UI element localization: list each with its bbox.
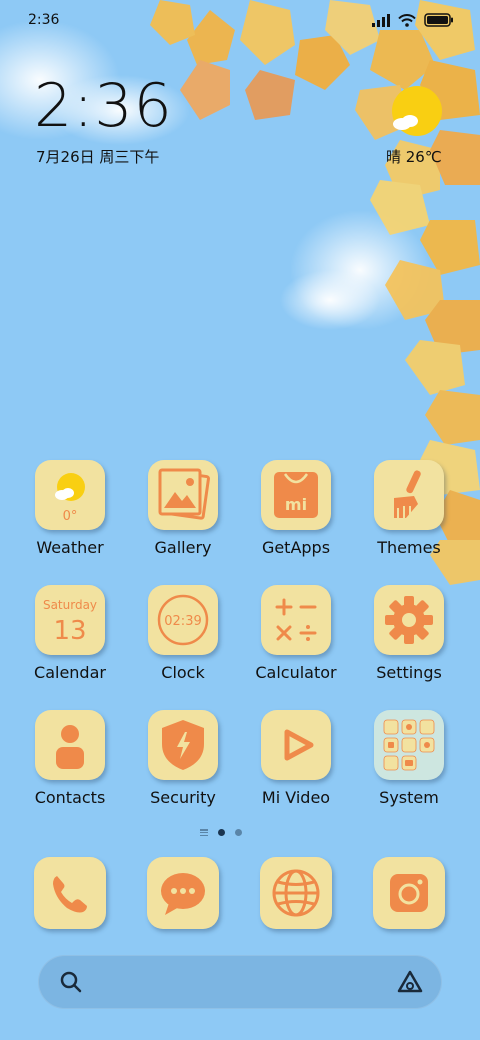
gallery-icon [148,460,218,530]
browser-icon [260,857,332,929]
status-icons [372,13,454,27]
calendar-icon: Saturday 13 [35,585,105,655]
app-calculator[interactable]: Calculator [241,585,351,695]
app-label: Weather [36,538,104,557]
system-folder-icon [374,710,444,780]
page-dot-active [218,829,225,836]
weather-widget-sun-icon[interactable] [388,84,444,140]
app-label: Clock [161,663,205,682]
dock-messages[interactable] [147,857,221,931]
status-bar: 2:36 [0,0,480,40]
app-label: Calendar [34,663,106,682]
search-icon[interactable] [58,969,84,995]
app-label: Calculator [255,663,337,682]
app-contacts[interactable]: Contacts [15,710,125,820]
weather-icon-temp: 0° [63,509,78,524]
weather-widget-text[interactable]: 晴 26℃ [386,146,442,167]
app-clock[interactable]: 02:39 Clock [128,585,238,695]
app-label: System [379,788,439,807]
phone-icon [34,857,106,929]
security-icon [148,710,218,780]
dock-phone[interactable] [34,857,108,931]
app-settings[interactable]: Settings [354,585,464,695]
app-security[interactable]: Security [128,710,238,820]
calendar-icon-weekday: Saturday [43,598,97,612]
assistant-icon[interactable] [396,969,424,995]
weather-icon: 0° [35,460,105,530]
calendar-icon-day: 13 [53,616,86,646]
calculator-icon [261,585,331,655]
app-calendar[interactable]: Saturday 13 Calendar [15,585,125,695]
app-system-folder[interactable]: System [354,710,464,820]
contacts-icon [35,710,105,780]
settings-icon [374,585,444,655]
app-label: Mi Video [261,788,331,807]
search-bar[interactable] [38,955,442,1009]
clock-icon-time: 02:39 [164,614,201,629]
svg-text:mi: mi [285,495,307,514]
clock-icon: 02:39 [148,585,218,655]
app-mi-video[interactable]: Mi Video [241,710,351,820]
app-label: Themes [377,538,441,557]
signal-icon [372,13,390,27]
camera-icon [373,857,445,929]
page-dot [235,829,242,836]
page-indicator[interactable] [200,829,242,836]
app-themes[interactable]: Themes [354,460,464,570]
messages-icon [147,857,219,929]
clock-widget-time[interactable]: 2:36 [34,76,173,136]
getapps-icon: mi [261,460,331,530]
app-label: Gallery [154,538,212,557]
clock-widget-date[interactable]: 7月26日 周三下午 [36,146,159,167]
dock-browser[interactable] [260,857,334,931]
app-label: Settings [376,663,442,682]
themes-icon [374,460,444,530]
status-time: 2:36 [28,12,60,28]
page-indicator-menu-icon [200,829,208,836]
app-weather[interactable]: 0° Weather [15,460,125,570]
app-getapps[interactable]: mi GetApps [241,460,351,570]
app-gallery[interactable]: Gallery [128,460,238,570]
battery-icon [424,13,453,27]
app-label: Security [150,788,216,807]
app-label: Contacts [34,788,106,807]
wifi-icon [398,13,416,27]
mi-video-icon [261,710,331,780]
app-label: GetApps [261,538,331,557]
dock-camera[interactable] [373,857,447,931]
